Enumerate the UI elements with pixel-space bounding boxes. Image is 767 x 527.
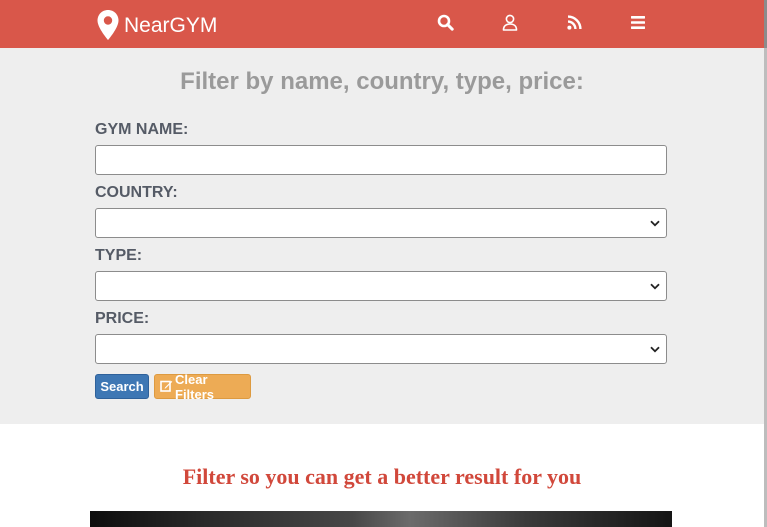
search-button[interactable]: Search — [95, 374, 149, 399]
user-icon[interactable] — [500, 12, 520, 32]
price-select[interactable] — [95, 334, 667, 364]
gym-name-input[interactable] — [95, 145, 667, 175]
price-label: PRICE: — [95, 310, 150, 327]
country-select[interactable] — [95, 208, 667, 238]
hero-image — [90, 511, 672, 527]
location-pin-icon — [96, 9, 120, 41]
gym-name-label: GYM NAME: — [95, 121, 189, 138]
chevron-down-icon — [650, 277, 660, 295]
type-label: TYPE: — [95, 247, 143, 264]
top-navbar: NearGYM — [0, 0, 767, 48]
search-icon[interactable] — [435, 12, 455, 32]
type-select[interactable] — [95, 271, 667, 301]
results-tagline: Filter so you can get a better result fo… — [182, 464, 582, 489]
filter-title: Filter by name, country, type, price: — [180, 68, 584, 95]
country-label: COUNTRY: — [95, 184, 178, 201]
rss-icon[interactable] — [564, 12, 584, 32]
search-button-label: Search — [100, 379, 144, 394]
chevron-down-icon — [650, 340, 660, 358]
brand-name: NearGYM — [124, 13, 218, 37]
chevron-down-icon — [650, 214, 660, 232]
brand-link[interactable]: NearGYM — [96, 9, 217, 41]
menu-icon[interactable] — [628, 12, 648, 32]
edit-icon — [160, 379, 173, 395]
clear-filters-label: Clear Filters — [175, 371, 215, 402]
clear-filters-button[interactable]: Clear Filters — [154, 371, 251, 402]
